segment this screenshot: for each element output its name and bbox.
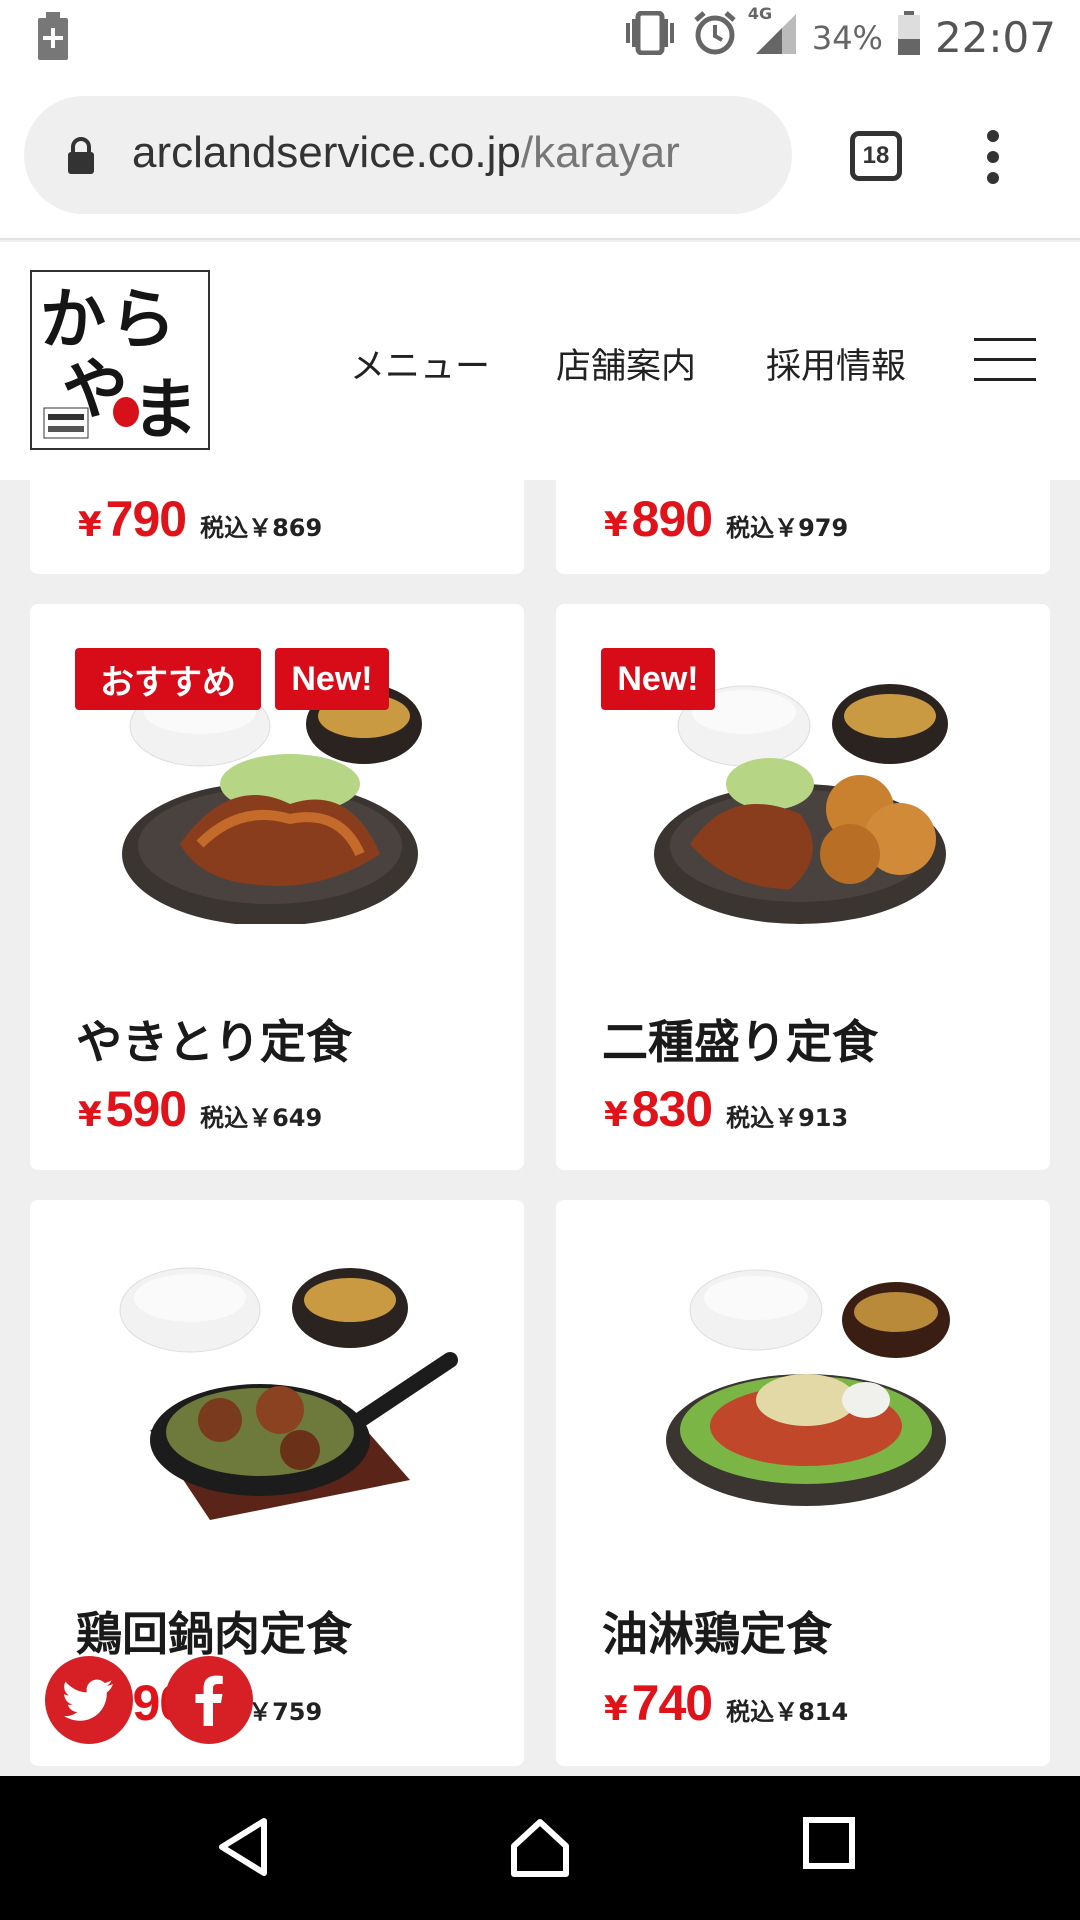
- price-row: ¥ 830 税込￥913: [604, 1080, 848, 1138]
- badge-new: New!: [601, 648, 715, 710]
- price: 740: [631, 1675, 713, 1731]
- price: 790: [105, 491, 187, 547]
- nav-menu[interactable]: メニュー: [350, 338, 490, 389]
- url-path: /karayar: [520, 128, 680, 177]
- yen-mark: ¥: [78, 1095, 102, 1135]
- vibrate-icon: [622, 10, 678, 64]
- item-name: やきとり定食: [76, 1015, 352, 1069]
- svg-text:か: か: [40, 280, 106, 358]
- site-header: か ら や ま メニュー 店舗案内 採用情報: [0, 242, 1080, 480]
- tax-price: 税込￥869: [200, 514, 323, 542]
- price-row: ¥ 890 税込￥979: [604, 490, 848, 548]
- site-logo[interactable]: か ら や ま: [30, 270, 210, 450]
- yulinji-set-image: [666, 1269, 950, 1506]
- menu-card[interactable]: ¥ 790 税込￥869: [30, 480, 524, 574]
- svg-text:ま: ま: [132, 370, 198, 448]
- signal-icon: 4G: [748, 4, 798, 65]
- item-name: 二種盛り定食: [602, 1015, 878, 1069]
- menu-card[interactable]: 油淋鶏定食 ¥ 740 税込￥814: [556, 1200, 1050, 1766]
- recents-icon: [803, 1817, 855, 1869]
- yen-mark: ¥: [78, 505, 102, 545]
- nav-recruit[interactable]: 採用情報: [766, 338, 906, 389]
- browser-toolbar: arclandservice.co.jp/karayar 18: [0, 72, 1080, 240]
- battery-icon: [897, 11, 921, 64]
- tab-count: 18: [862, 142, 890, 169]
- url-text: arclandservice.co.jp/karayar: [132, 128, 762, 178]
- badge-recommended: おすすめ: [75, 648, 261, 710]
- price-row: ¥ 590 税込￥649: [78, 1080, 322, 1138]
- tax-price: 税込￥979: [726, 514, 849, 542]
- tab-switcher-button[interactable]: 18: [850, 131, 902, 181]
- battery-percent: 34%: [811, 18, 883, 57]
- alarm-icon: [692, 10, 738, 65]
- price-row: ¥ 790 税込￥869: [78, 490, 322, 548]
- menu-card[interactable]: おすすめ New! やきとり定食 ¥ 590 税込￥649: [30, 604, 524, 1170]
- price: 590: [105, 1081, 187, 1137]
- facebook-icon: [195, 1675, 223, 1726]
- address-bar[interactable]: arclandservice.co.jp/karayar: [24, 96, 792, 214]
- tax-price: 税込￥649: [200, 1104, 323, 1132]
- logo-image: か ら や ま: [40, 280, 198, 448]
- url-domain: arclandservice.co.jp: [132, 128, 521, 177]
- status-bar: 4G 34% 22:07: [0, 0, 1080, 72]
- item-name: 鶏回鍋肉定食: [76, 1607, 352, 1661]
- price-row: ¥ 740 税込￥814: [604, 1674, 848, 1732]
- chicken-twice-cooked-set-image: [119, 1267, 458, 1520]
- price: 830: [631, 1081, 713, 1137]
- badge-new: New!: [275, 648, 389, 710]
- menu-card[interactable]: New! 二種盛り定食 ¥ 830 税込￥913: [556, 604, 1050, 1170]
- more-options-icon[interactable]: [986, 130, 1000, 184]
- tax-price: 税込￥913: [726, 1104, 849, 1132]
- price: 890: [631, 491, 713, 547]
- home-icon: [511, 1819, 569, 1877]
- battery-saver-icon: [36, 12, 70, 64]
- item-name: 油淋鶏定食: [602, 1607, 832, 1661]
- clock: 22:07: [934, 13, 1056, 62]
- menu-grid: ¥ 790 税込￥869 ¥ 890 税込￥979 おすすめ New! やきとり…: [0, 480, 1080, 1775]
- menu-card[interactable]: ¥ 890 税込￥979: [556, 480, 1050, 574]
- twitter-share-button[interactable]: [45, 1656, 133, 1744]
- back-icon: [219, 1818, 267, 1876]
- tax-price: 税込￥814: [726, 1698, 849, 1726]
- home-button[interactable]: [508, 1816, 572, 1884]
- yen-mark: ¥: [604, 1689, 628, 1729]
- network-type-label: 4G: [747, 4, 773, 23]
- facebook-share-button[interactable]: [165, 1656, 253, 1744]
- yen-mark: ¥: [604, 1095, 628, 1135]
- back-button[interactable]: [214, 1816, 270, 1882]
- hamburger-menu-icon[interactable]: [974, 338, 1036, 384]
- recents-button[interactable]: [802, 1816, 858, 1876]
- system-navigation-bar: [0, 1776, 1080, 1920]
- lock-icon: [66, 136, 96, 180]
- twitter-icon: [64, 1679, 113, 1721]
- svg-text:ら: ら: [110, 280, 176, 358]
- nav-stores[interactable]: 店舗案内: [556, 338, 696, 389]
- yen-mark: ¥: [604, 505, 628, 545]
